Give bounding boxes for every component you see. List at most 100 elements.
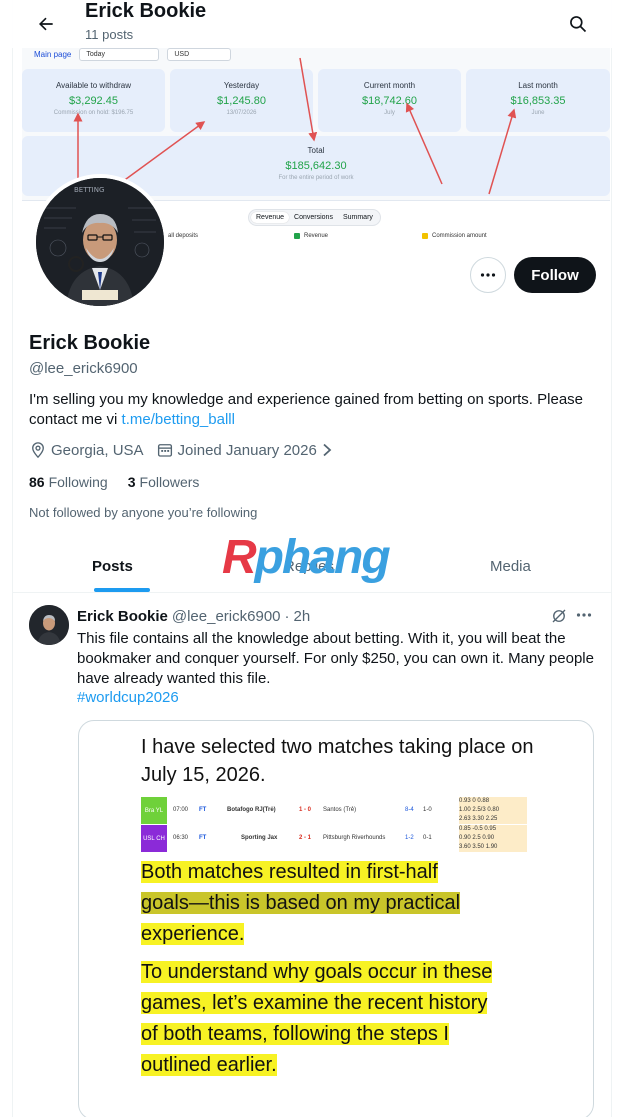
highlight-line: goals—this is based on my practical [141, 892, 461, 914]
svg-text:BETTING: BETTING [74, 186, 104, 194]
calendar-icon [157, 444, 172, 457]
post-avatar[interactable] [29, 605, 69, 645]
followers-link[interactable]: 3 Followers [128, 474, 200, 490]
segment-revenue: Revenue [251, 212, 290, 223]
post-hashtag[interactable]: #worldcup2026 [77, 689, 179, 706]
highlight-line: of both teams, following the steps I [141, 1023, 449, 1045]
media-paragraph-1: Both matches resulted in first-half goal… [141, 857, 461, 950]
post-more-button[interactable] [575, 606, 593, 629]
legend-swatch [294, 233, 300, 239]
arrow-left-icon [39, 17, 53, 31]
highlight-line: To understand why goals occur in these [141, 961, 493, 983]
match-away: Pittsburgh Riverhounds [323, 835, 386, 841]
avatar-photo-icon [29, 605, 69, 645]
media-heading: I have selected two matches taking place… [141, 736, 534, 786]
legend-deposits: all deposits [168, 233, 198, 239]
profile-name: Erick Bookie [29, 332, 151, 354]
odds-line: 3.60 3.50 1.90 [459, 844, 498, 850]
legend-label: Commission amount [432, 233, 487, 239]
odds-line: 0.90 2.5 0.90 [459, 835, 495, 841]
watermark-part1: R [222, 531, 257, 584]
match-away: Santos (Trẻ) [323, 807, 357, 813]
match-score: 2 - 1 [299, 835, 312, 841]
search-icon [570, 16, 587, 33]
match-odds: 0.85 -0.5 0.95 0.90 2.5 0.90 3.60 3.50 1… [459, 825, 527, 852]
grok-button[interactable] [550, 607, 568, 630]
segment-conversions: Conversions [294, 214, 333, 221]
profile-location: Georgia, USA [29, 441, 144, 459]
profile-handle: @lee_erick6900 [29, 360, 138, 377]
match-hs: 1-0 [423, 807, 432, 813]
chevron-right-icon [323, 443, 332, 457]
followers-count: 3 [127, 474, 136, 490]
highlight-line: Both matches resulted in first-half [141, 861, 438, 883]
profile-meta: Georgia, USA Joined January 2026 [29, 441, 345, 459]
match-time: 07:00 [173, 807, 189, 813]
profile-bio: I'm selling you my knowledge and experie… [29, 390, 599, 430]
match-ht: 8-4 [405, 807, 414, 813]
follow-stats: 86 Following 3 Followers [29, 474, 199, 490]
search-button[interactable] [560, 6, 596, 42]
tab-media[interactable]: Media [490, 558, 531, 575]
legend-label: Revenue [304, 233, 329, 239]
more-options-button[interactable] [470, 257, 506, 293]
match-home: Botafogo RJ(Trẻ) [227, 807, 276, 813]
post-separator: · [284, 608, 290, 625]
header-name: Erick Bookie [85, 0, 207, 22]
header-post-count: 11 posts [85, 27, 134, 42]
odds-line: 1.00 2.5/3 0.80 [459, 807, 500, 813]
post-author-handle[interactable]: @lee_erick6900 [172, 608, 281, 625]
legend-revenue: Revenue [294, 233, 328, 239]
post-text: This file contains all the knowledge abo… [77, 630, 594, 687]
legend-swatch [422, 233, 428, 239]
match-status: FT [199, 835, 207, 841]
odds-line: 0.85 -0.5 0.95 [459, 826, 497, 832]
ellipsis-icon [480, 273, 496, 277]
match-ht: 1-2 [405, 835, 414, 841]
highlight-line: experience. [141, 923, 245, 945]
match-row: USL CH 06:30 FT Sporting Jax 2 - 1 Pitts… [141, 825, 531, 852]
match-row: Bra YL 07:00 FT Botafogo RJ(Trẻ) 1 - 0 S… [141, 797, 531, 824]
match-time: 06:30 [173, 835, 189, 841]
post-time[interactable]: 2h [294, 608, 311, 625]
tab-posts[interactable]: Posts [92, 558, 133, 575]
match-home: Sporting Jax [241, 835, 278, 841]
match-odds: 0.93 0 0.88 1.00 2.5/3 0.80 2.63 3.30 2.… [459, 797, 527, 824]
location-text: Georgia, USA [51, 441, 144, 459]
media-paragraph-2: To understand why goals occur in these g… [141, 957, 493, 1081]
avatar-photo-icon: BETTING [36, 178, 164, 306]
legend-commission: Commission amount [422, 233, 487, 239]
odds-line: 2.63 3.30 2.25 [459, 816, 498, 822]
following-count: 86 [29, 474, 45, 490]
following-label: Following [48, 474, 108, 490]
profile-avatar[interactable]: BETTING [32, 174, 168, 310]
post-media-image[interactable]: I have selected two matches taking place… [78, 720, 594, 1117]
joined-text: Joined January 2026 [177, 441, 317, 459]
back-button[interactable] [28, 6, 64, 42]
odds-line: 0.93 0 0.88 [459, 798, 490, 804]
profile-joined[interactable]: Joined January 2026 [156, 441, 333, 459]
not-followed-note: Not followed by anyone you’re following [29, 505, 258, 520]
follow-button[interactable]: Follow [514, 257, 596, 293]
following-link[interactable]: 86 Following [29, 474, 108, 490]
followers-label: Followers [139, 474, 200, 490]
bio-text: I'm selling you my knowledge and experie… [29, 391, 584, 428]
banner-segment-control: Revenue Conversions Summary [248, 209, 381, 226]
ellipsis-icon [576, 613, 592, 617]
location-pin-icon [32, 442, 44, 459]
watermark-logo: Rphang [222, 530, 391, 585]
post-author-name[interactable]: Erick Bookie [77, 608, 168, 625]
post-header: Erick Bookie @lee_erick6900 · 2h [77, 608, 310, 625]
match-hs: 0-1 [423, 835, 432, 841]
legend-label: all deposits [168, 233, 199, 239]
match-status: FT [199, 807, 207, 813]
bio-link[interactable]: t.me/betting_balll [122, 411, 235, 428]
highlight-line: outlined earlier. [141, 1054, 277, 1076]
profile-header-bar: Erick Bookie 11 posts [12, 0, 612, 48]
watermark-part2: phang [254, 531, 391, 584]
segment-summary: Summary [342, 214, 373, 221]
highlight-line: games, let’s examine the recent history [141, 992, 488, 1014]
active-tab-indicator [94, 588, 150, 592]
grok-icon [552, 609, 566, 623]
match-score: 1 - 0 [299, 807, 312, 813]
